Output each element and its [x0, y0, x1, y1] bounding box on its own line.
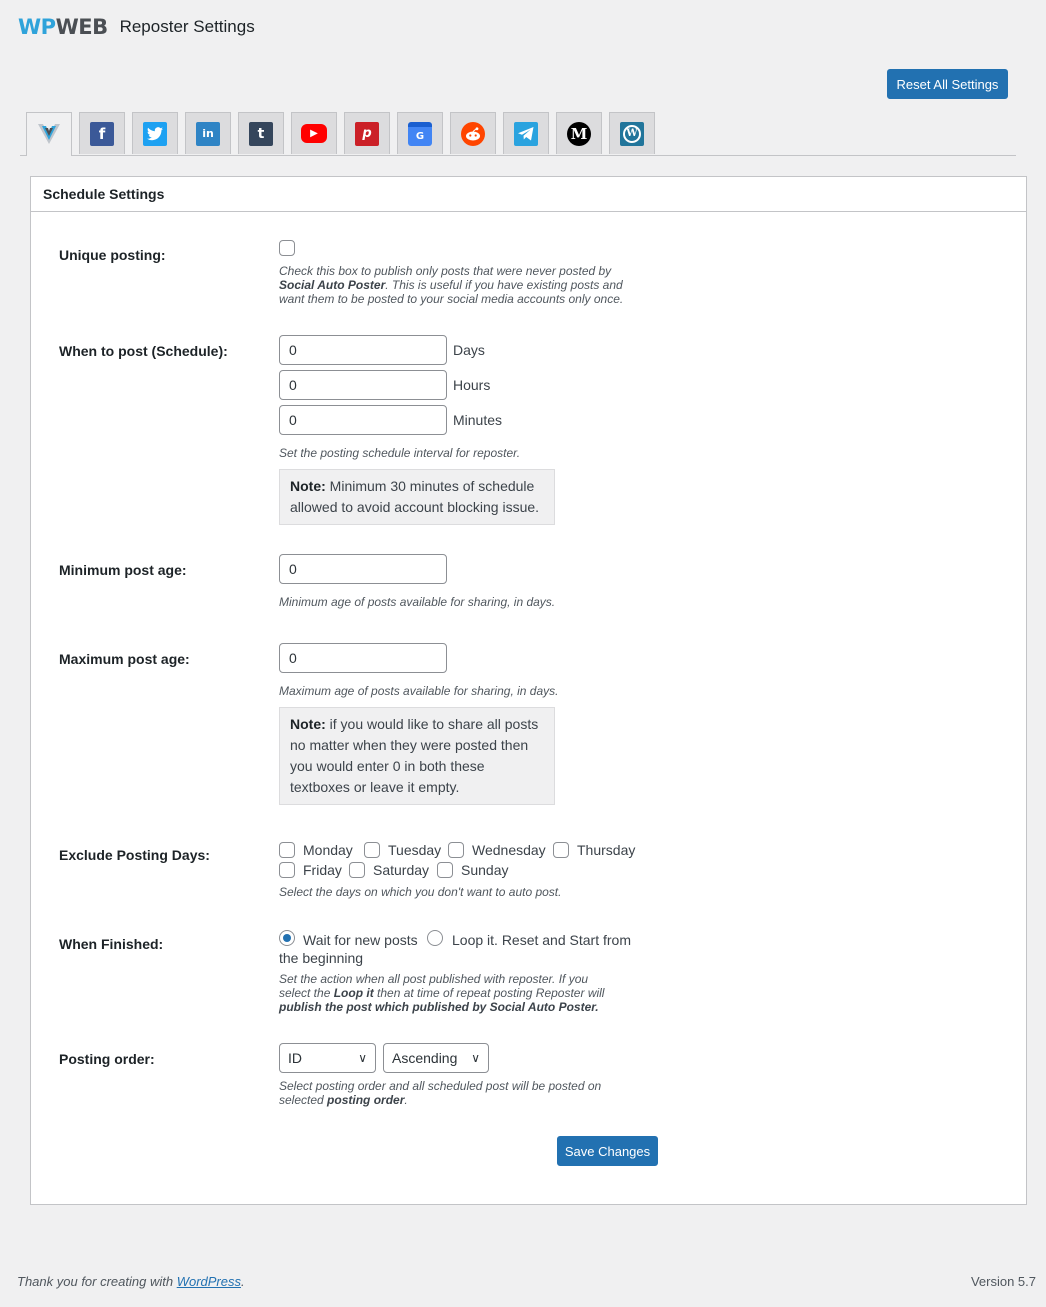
schedule-settings-panel: Schedule Settings Unique posting: Check … [30, 176, 1027, 1205]
medium-icon: M [567, 121, 591, 146]
minimum-post-age-input[interactable] [279, 554, 447, 584]
order-by-value: ID [288, 1050, 302, 1066]
tab-telegram[interactable] [503, 112, 549, 154]
loop-it-label: Loop it. Reset and Start from [452, 932, 631, 948]
reset-all-settings-button[interactable]: Reset All Settings [887, 69, 1008, 99]
saturday-label: Saturday [373, 862, 430, 878]
loop-it-label-continued: the beginning [279, 950, 364, 966]
monday-label: Monday [303, 842, 353, 858]
wait-for-new-posts-radio[interactable] [279, 930, 295, 946]
tab-pinterest[interactable]: p [344, 112, 390, 154]
days-unit-label: Days [453, 342, 485, 358]
minimum-post-age-description: Minimum age of posts available for shari… [279, 595, 556, 609]
twitter-icon [143, 121, 167, 146]
tab-twitter[interactable] [132, 112, 178, 154]
tumblr-icon: t [249, 121, 273, 146]
facebook-icon: f [90, 121, 114, 146]
tab-reddit[interactable] [450, 112, 496, 154]
wednesday-label: Wednesday [472, 842, 546, 858]
tab-tumblr[interactable]: t [238, 112, 284, 154]
wait-for-new-posts-label: Wait for new posts [303, 932, 418, 948]
wpweb-logo-icon [36, 120, 62, 149]
exclude-wednesday-checkbox[interactable] [448, 842, 464, 858]
page-header: WP WEB Reposter Settings [18, 12, 255, 42]
hours-unit-label: Hours [453, 377, 491, 393]
linkedin-icon: in [196, 121, 220, 146]
minimum-post-age-label: Minimum post age: [59, 562, 187, 578]
pinterest-icon: p [355, 121, 379, 146]
exclude-monday-checkbox[interactable] [279, 842, 295, 858]
exclude-thursday-checkbox[interactable] [553, 842, 569, 858]
schedule-note: Note: Minimum 30 minutes of schedule all… [279, 469, 555, 525]
unique-posting-label: Unique posting: [59, 247, 166, 263]
unique-posting-checkbox[interactable] [279, 240, 295, 256]
order-direction-value: Ascending [392, 1050, 458, 1066]
schedule-description: Set the posting schedule interval for re… [279, 446, 521, 460]
maximum-post-age-description: Maximum age of posts available for shari… [279, 684, 559, 698]
tab-wpweb[interactable] [26, 112, 72, 156]
chevron-down-icon: ∨ [471, 1051, 480, 1065]
footer-credit: Thank you for creating with WordPress. [17, 1274, 245, 1289]
panel-title: Schedule Settings [31, 177, 1026, 212]
tab-google-my-business[interactable]: G [397, 112, 443, 154]
youtube-icon: ▶ [301, 124, 327, 143]
when-finished-description: Set the action when all post published w… [279, 972, 605, 1014]
save-changes-button[interactable]: Save Changes [557, 1136, 658, 1166]
wordpress-link[interactable]: WordPress [177, 1274, 241, 1289]
posting-order-description: Select posting order and all scheduled p… [279, 1079, 602, 1107]
minutes-unit-label: Minutes [453, 412, 503, 428]
footer-version: Version 5.7 [970, 1274, 1036, 1289]
loop-it-radio[interactable] [427, 930, 443, 946]
tab-wordpress[interactable]: W [609, 112, 655, 154]
maximum-post-age-label: Maximum post age: [59, 651, 190, 667]
schedule-minutes-input[interactable] [279, 405, 447, 435]
maximum-post-age-note: Note: if you would like to share all pos… [279, 707, 555, 805]
tab-linkedin[interactable]: in [185, 112, 231, 154]
tab-medium[interactable]: M [556, 112, 602, 154]
sunday-label: Sunday [461, 862, 509, 878]
tuesday-label: Tuesday [388, 842, 442, 858]
exclude-saturday-checkbox[interactable] [349, 862, 365, 878]
exclude-friday-checkbox[interactable] [279, 862, 295, 878]
exclude-sunday-checkbox[interactable] [437, 862, 453, 878]
social-network-tabs: f in t ▶ p G M W [20, 112, 1016, 156]
posting-order-label: Posting order: [59, 1051, 155, 1067]
when-finished-label: When Finished: [59, 936, 164, 952]
logo-web-text: WEB [55, 15, 109, 39]
wordpress-icon: W [620, 121, 644, 146]
friday-label: Friday [303, 862, 342, 878]
google-business-icon: G [408, 121, 432, 146]
wpweb-logo: WP WEB [18, 15, 108, 39]
logo-wp-text: WP [18, 15, 56, 39]
page-title: Reposter Settings [119, 17, 255, 36]
order-direction-select[interactable]: Ascending ∨ [383, 1043, 489, 1073]
chevron-down-icon: ∨ [358, 1051, 367, 1065]
tab-youtube[interactable]: ▶ [291, 112, 337, 154]
order-by-select[interactable]: ID ∨ [279, 1043, 376, 1073]
schedule-label: When to post (Schedule): [59, 343, 228, 359]
maximum-post-age-input[interactable] [279, 643, 447, 673]
schedule-hours-input[interactable] [279, 370, 447, 400]
schedule-days-input[interactable] [279, 335, 447, 365]
tab-facebook[interactable]: f [79, 112, 125, 154]
unique-posting-description: Check this box to publish only posts tha… [279, 264, 624, 306]
exclude-posting-days-label: Exclude Posting Days: [59, 847, 210, 863]
telegram-icon [514, 121, 538, 146]
reddit-icon [461, 121, 485, 146]
exclude-days-description: Select the days on which you don't want … [279, 885, 562, 899]
thursday-label: Thursday [577, 842, 636, 858]
exclude-tuesday-checkbox[interactable] [364, 842, 380, 858]
